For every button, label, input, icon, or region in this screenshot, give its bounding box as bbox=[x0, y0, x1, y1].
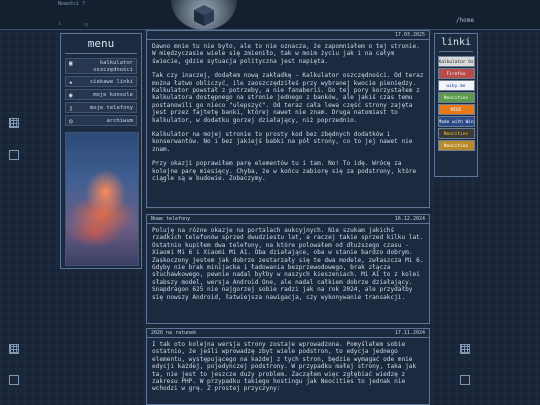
post-paragraph: Przy okazji poprawiłem parę elementów tu… bbox=[152, 160, 417, 183]
post-card: 17.03.2025 Dawno mnie tu nie było, ale t… bbox=[146, 30, 430, 208]
gamepad-icon: ◉ bbox=[69, 92, 73, 99]
post-header: 17.03.2025 bbox=[147, 31, 429, 40]
post-paragraph: Dawno mnie tu nie było, ale to nie oznac… bbox=[152, 43, 420, 65]
star-icon: ★ bbox=[69, 79, 73, 86]
links-panel: linki Kalkulator OszczędnościFirefoxwiby… bbox=[434, 33, 478, 177]
menu-item-archiwum[interactable]: ◷ archiwum bbox=[65, 115, 137, 126]
link-badge[interactable]: Firefox bbox=[437, 68, 475, 79]
post-date: 17.03.2025 bbox=[394, 32, 425, 38]
square-icon bbox=[460, 375, 470, 385]
site-logo[interactable] bbox=[171, 0, 237, 30]
menu-item-konsole[interactable]: ◉ moje konsole bbox=[65, 89, 137, 100]
calculator-icon: ▣ bbox=[69, 60, 73, 67]
link-badge[interactable]: Made with Windows bbox=[437, 116, 475, 127]
top-bar: Nowości ? └ ·○ /home bbox=[0, 0, 540, 30]
link-badge[interactable]: Neocities bbox=[437, 140, 475, 151]
link-badge[interactable]: Kalkulator Oszczędności bbox=[437, 56, 475, 67]
post-paragraph: Poluję na różne okazje na portalach aukc… bbox=[152, 227, 424, 301]
post-card: Nowe telefony 16.12.2024 Poluję na różne… bbox=[146, 214, 430, 324]
grid-square-icon bbox=[9, 118, 19, 128]
square-icon bbox=[9, 375, 19, 385]
post-paragraph: Kalkulator na mojej stronie to prosty ko… bbox=[152, 131, 413, 153]
phone-icon: ▯ bbox=[69, 105, 73, 112]
post-body: I tak oto kolejna wersja strony zostaje … bbox=[147, 338, 429, 403]
post-date: 16.12.2024 bbox=[394, 216, 425, 222]
post-card: 2026 na ratunek 17.11.2024 I tak oto kol… bbox=[146, 328, 430, 405]
square-icon bbox=[9, 150, 19, 160]
grid-square-icon bbox=[460, 344, 470, 354]
menu-item-label: archiwum bbox=[106, 118, 134, 124]
menu-divider bbox=[65, 53, 137, 54]
post-date: 17.11.2024 bbox=[394, 330, 425, 336]
menu-item-label: moje telefony bbox=[89, 105, 133, 111]
post-title: 2026 na ratunek bbox=[151, 330, 197, 336]
menu-item-kalkulator[interactable]: ▣ kalkulator oszczędności bbox=[65, 58, 137, 74]
post-paragraph: I tak oto kolejna wersja strony zostaje … bbox=[152, 341, 417, 393]
post-body: Poluję na różne okazje na portalach aukc… bbox=[147, 224, 429, 311]
menu-item-label: ciekawe linki bbox=[89, 79, 133, 85]
post-body: Dawno mnie tu nie było, ale to nie oznac… bbox=[147, 40, 429, 193]
menu-item-telefony[interactable]: ▯ moje telefony bbox=[65, 102, 137, 113]
corner-mark-icon: └ bbox=[58, 22, 62, 28]
tiny-mark-icon: ·○ bbox=[82, 22, 89, 28]
link-badge[interactable]: MIUI bbox=[437, 104, 475, 115]
grid-square-icon bbox=[9, 344, 19, 354]
menu-item-label: moje konsole bbox=[93, 92, 133, 98]
menu-item-linki[interactable]: ★ ciekawe linki bbox=[65, 76, 137, 87]
link-badge[interactable]: wiby.me bbox=[437, 80, 475, 91]
clock-icon: ◷ bbox=[69, 118, 73, 125]
links-divider bbox=[439, 51, 473, 52]
post-title: Nowe telefony bbox=[151, 216, 191, 222]
main-content: 17.03.2025 Dawno mnie tu nie było, ale t… bbox=[146, 30, 430, 405]
cube-icon bbox=[194, 5, 214, 26]
link-badge[interactable]: Neocities bbox=[437, 128, 475, 139]
menu-title: menu bbox=[87, 37, 115, 50]
link-badge[interactable]: Neocities bbox=[437, 92, 475, 103]
menu-panel: menu ▣ kalkulator oszczędności ★ ciekawe… bbox=[60, 33, 142, 269]
sunset-clouds-photo bbox=[65, 132, 139, 266]
post-header: Nowe telefony 16.12.2024 bbox=[147, 215, 429, 224]
top-note: Nowości ? bbox=[58, 1, 86, 7]
badge-list: Kalkulator OszczędnościFirefoxwiby.meNeo… bbox=[435, 56, 477, 151]
menu-item-label: kalkulator oszczędności bbox=[93, 60, 133, 73]
post-paragraph: Tak czy inaczej, dodałem nową zakładkę -… bbox=[152, 72, 424, 124]
home-link[interactable]: /home bbox=[456, 17, 474, 24]
post-header: 2026 na ratunek 17.11.2024 bbox=[147, 329, 429, 338]
links-title: linki bbox=[440, 37, 472, 48]
